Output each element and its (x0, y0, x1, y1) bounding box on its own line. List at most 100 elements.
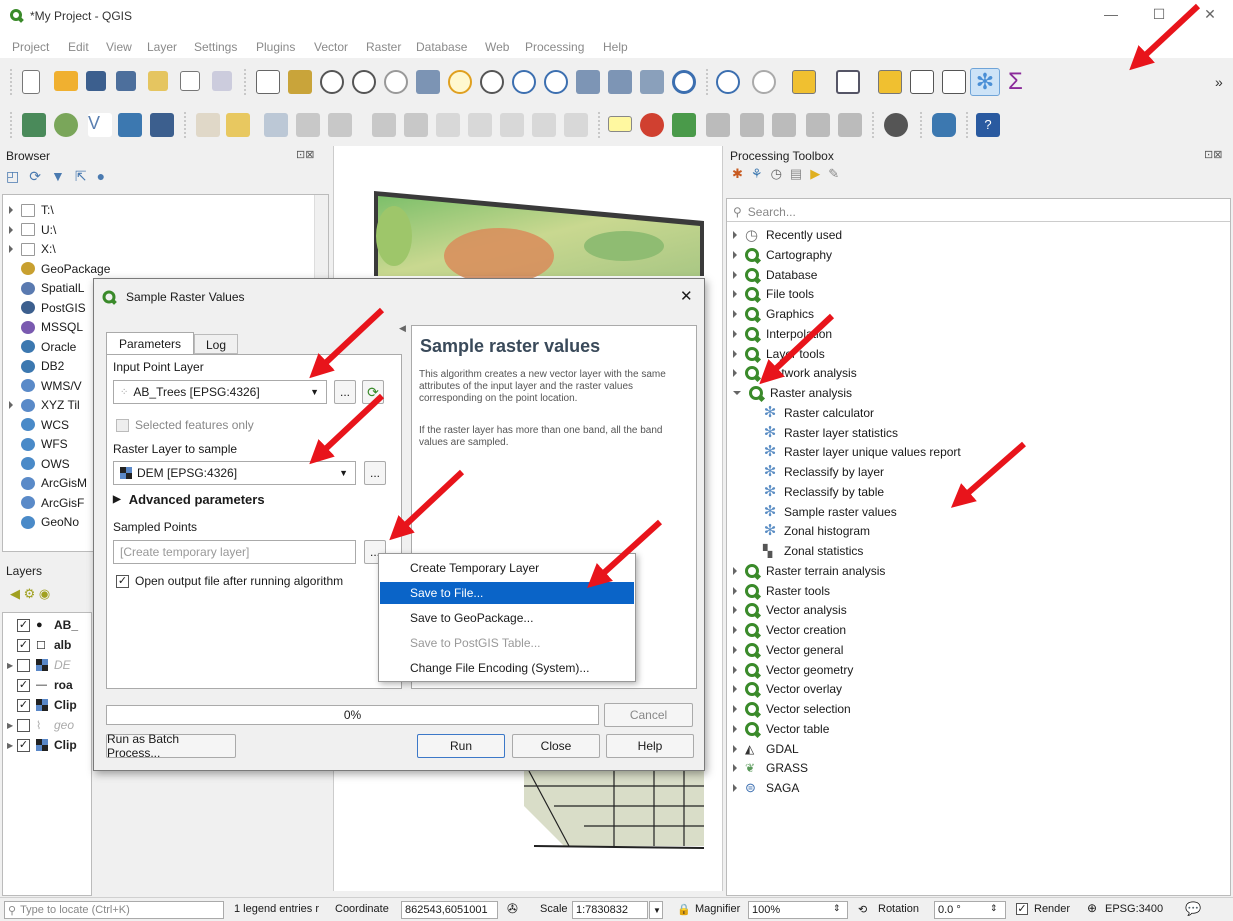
chevron-right-icon[interactable] (733, 586, 737, 595)
add-delimited-text-icon[interactable]: V (88, 113, 112, 137)
zoom-native-icon[interactable] (384, 70, 408, 94)
chevron-right-icon[interactable] (733, 764, 737, 773)
filter-browser-icon[interactable]: ▼ (51, 168, 75, 184)
select-by-value-icon[interactable] (836, 70, 860, 94)
current-edits-icon[interactable] (196, 113, 220, 137)
paste-features-icon[interactable] (500, 113, 524, 137)
browser-item[interactable]: SpatialL (9, 278, 84, 298)
layer-visibility-checkbox[interactable]: ✓ (17, 738, 30, 752)
new-shapefile-icon[interactable] (118, 113, 142, 137)
options-icon[interactable]: ✎ (828, 166, 847, 181)
raster-layer-combo[interactable]: DEM [EPSG:4326] ▼ (113, 461, 356, 485)
menu-edit[interactable]: Edit (68, 40, 89, 54)
browser-item[interactable]: Oracle (9, 337, 76, 357)
add-selected-icon[interactable]: ◰ (6, 168, 29, 184)
selected-features-checkbox[interactable]: Selected features only (116, 418, 254, 432)
diagram-options-icon[interactable] (672, 113, 696, 137)
panel-float-close-icon[interactable]: ⊡⊠ (296, 148, 314, 161)
results-viewer-icon[interactable]: ▤ (790, 166, 810, 181)
plugin-icon[interactable] (884, 113, 908, 137)
menu-item[interactable]: Create Temporary Layer (380, 557, 634, 579)
menu-database[interactable]: Database (416, 40, 467, 54)
rotate-label-icon[interactable] (806, 113, 830, 137)
input-point-combo[interactable]: ⁘ AB_Trees [EPSG:4326] ▼ (113, 380, 327, 404)
zoom-full-icon[interactable] (416, 70, 440, 94)
vertex-tool-icon[interactable] (328, 113, 352, 137)
menu-web[interactable]: Web (485, 40, 509, 54)
style-manager-icon[interactable] (212, 71, 232, 91)
locator-input[interactable]: ⚲ Type to locate (Ctrl+K) (4, 901, 224, 919)
add-vector-layer-icon[interactable] (54, 113, 78, 137)
open-output-checkbox[interactable]: ✓ Open output file after running algorit… (116, 574, 343, 588)
provider-group[interactable]: Vector creation (733, 620, 846, 640)
chevron-right-icon[interactable] (733, 231, 737, 239)
menu-item[interactable]: Change File Encoding (System)... (380, 657, 634, 679)
statistics-sigma-icon[interactable]: Σ (1008, 68, 1023, 96)
provider-group[interactable]: Database (733, 265, 817, 285)
provider-group[interactable]: Cartography (733, 245, 832, 265)
algorithm-item[interactable]: ✻ Raster layer statistics (763, 423, 898, 443)
minimize-button[interactable]: — (1096, 6, 1126, 28)
menu-plugins[interactable]: Plugins (256, 40, 295, 54)
save-layer-edits-icon[interactable] (264, 113, 288, 137)
modify-attributes-icon[interactable] (372, 113, 396, 137)
provider-group[interactable]: Vector selection (733, 699, 851, 719)
close-window-button[interactable]: ✕ (1195, 6, 1225, 28)
dialog-close-button[interactable]: ✕ (680, 287, 693, 305)
help-button[interactable]: Help (606, 734, 694, 758)
new-3d-view-icon[interactable] (608, 70, 632, 94)
processing-toolbox-button[interactable]: ✻ (970, 68, 1000, 96)
layer-item[interactable]: ▶ ✓ Clip (7, 735, 77, 755)
zoom-last-icon[interactable] (512, 70, 536, 94)
algorithm-item[interactable]: ✻ Sample raster values (763, 502, 897, 522)
collapse-all-icon[interactable]: ⇱ (75, 168, 97, 184)
redo-icon[interactable] (564, 113, 588, 137)
expand-arrow-icon[interactable]: ▶ (7, 721, 17, 730)
open-output-check[interactable]: ✓ (116, 574, 129, 588)
change-label-icon[interactable] (838, 113, 862, 137)
layer-item[interactable]: ▶ ⌇ geo (7, 715, 74, 735)
scripts-icon[interactable]: ⚘ (751, 166, 771, 181)
expand-arrow-icon[interactable] (9, 206, 13, 214)
browser-item[interactable]: WFS (9, 434, 68, 454)
provider-group[interactable]: ◭ GDAL (733, 739, 799, 759)
provider-group[interactable]: Vector geometry (733, 660, 853, 680)
toolbar-overflow-button[interactable]: » (1215, 74, 1223, 90)
provider-group[interactable]: Vector general (733, 640, 843, 660)
layer-visibility-checkbox[interactable]: ✓ (17, 618, 30, 632)
scale-field[interactable]: 1:7830832 (572, 901, 648, 919)
new-print-layout-icon[interactable] (148, 71, 168, 91)
expand-arrow-icon[interactable] (9, 401, 13, 409)
add-feature-icon[interactable] (296, 113, 320, 137)
chevron-right-icon[interactable] (733, 349, 737, 358)
provider-group[interactable]: Raster analysis (733, 383, 852, 403)
collapse-help-icon[interactable]: ◀ (399, 323, 406, 334)
browser-item[interactable]: U:\ (9, 220, 56, 240)
selected-features-check[interactable] (116, 418, 129, 432)
algorithm-item[interactable]: ✻ Reclassify by layer (763, 462, 884, 482)
provider-group[interactable]: Vector overlay (733, 679, 842, 699)
menu-project[interactable]: Project (12, 40, 49, 54)
provider-group[interactable]: Layer tools (733, 344, 825, 364)
chevron-right-icon[interactable] (733, 724, 737, 733)
browser-item[interactable]: GeoPackage (9, 259, 110, 279)
chevron-right-icon[interactable] (733, 270, 737, 279)
label-toolbar-icon[interactable] (608, 116, 632, 132)
zoom-out-icon[interactable] (352, 70, 376, 94)
browser-item[interactable]: ArcGisF (9, 493, 84, 513)
toolbox-search[interactable]: ⚲ Search... (733, 204, 1223, 220)
copy-features-icon[interactable] (468, 113, 492, 137)
algorithm-item[interactable]: ▚ Zonal statistics (763, 541, 863, 561)
algorithm-item[interactable]: ✻ Raster calculator (763, 403, 874, 423)
provider-group[interactable]: File tools (733, 284, 814, 304)
tab-log[interactable]: Log (194, 334, 238, 354)
layer-item[interactable]: ✓ ● AB_ (7, 615, 78, 635)
chevron-right-icon[interactable] (733, 626, 737, 634)
chevron-right-icon[interactable] (733, 705, 737, 713)
chevron-right-icon[interactable] (733, 744, 737, 753)
toolbox-float-close-icon[interactable]: ⊡⊠ (1204, 148, 1222, 161)
provider-group[interactable]: ⊜ SAGA (733, 778, 799, 798)
layer-visibility-checkbox[interactable]: ✓ (17, 638, 30, 652)
provider-group[interactable]: ◷ Recently used (733, 225, 842, 245)
show-layout-manager-icon[interactable] (180, 71, 200, 91)
